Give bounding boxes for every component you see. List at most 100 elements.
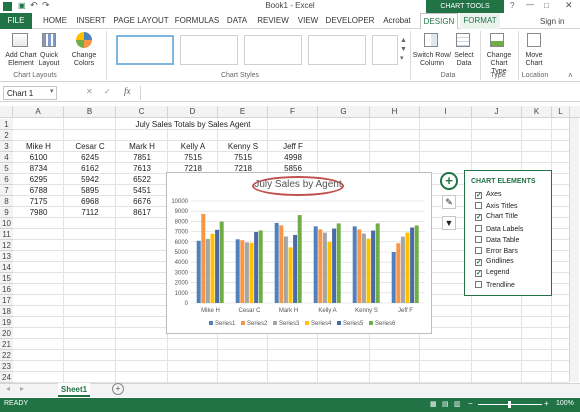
legend-entry[interactable]: Series1 bbox=[215, 321, 236, 327]
tab-format[interactable]: FORMAT bbox=[460, 13, 500, 29]
bar-series3-kelly-a[interactable] bbox=[322, 232, 327, 303]
row-header[interactable]: 15 bbox=[0, 273, 13, 284]
column-header[interactable]: L bbox=[552, 106, 570, 118]
chart-styles-brush-icon[interactable]: ✎ bbox=[442, 195, 456, 209]
data-cell[interactable]: 7980 bbox=[13, 207, 64, 218]
zoom-level[interactable]: 100% bbox=[556, 400, 574, 407]
chart-elements-button[interactable]: + bbox=[440, 172, 458, 190]
column-header[interactable]: E bbox=[218, 106, 268, 118]
collapse-ribbon-icon[interactable]: ˄ bbox=[568, 71, 573, 80]
data-cell[interactable]: 8617 bbox=[116, 207, 168, 218]
bar-series6-kelly-a[interactable] bbox=[336, 223, 341, 303]
chart-style-4[interactable] bbox=[308, 35, 366, 65]
chart-element-item[interactable]: Data Labels bbox=[475, 224, 523, 233]
bar-series4-kelly-a[interactable] bbox=[327, 241, 332, 303]
row-header[interactable]: 10 bbox=[0, 218, 13, 229]
checkbox[interactable] bbox=[475, 235, 482, 243]
bar-series5-mark-h[interactable] bbox=[293, 234, 298, 303]
chart-element-item[interactable]: Axis Titles bbox=[475, 202, 518, 210]
agent-header-cell[interactable]: Mark H bbox=[116, 141, 168, 152]
data-cell[interactable]: 6522 bbox=[116, 174, 168, 185]
row-header[interactable]: 5 bbox=[0, 163, 13, 174]
tab-page-layout[interactable]: PAGE LAYOUT bbox=[112, 13, 170, 29]
chart-style-2[interactable] bbox=[180, 35, 238, 65]
data-cell[interactable]: 7112 bbox=[64, 207, 116, 218]
agent-header-cell[interactable]: Cesar C bbox=[64, 141, 116, 152]
row-header[interactable]: 19 bbox=[0, 317, 13, 328]
data-cell[interactable]: 7515 bbox=[218, 152, 268, 163]
row-header[interactable]: 17 bbox=[0, 295, 13, 306]
tab-developer[interactable]: DEVELOPER bbox=[325, 13, 375, 29]
bar-series1-mike-h[interactable] bbox=[196, 240, 201, 303]
bar-series3-jeff-f[interactable] bbox=[400, 236, 405, 303]
add-sheet-icon[interactable]: + bbox=[112, 383, 124, 395]
row-header[interactable]: 2 bbox=[0, 130, 13, 141]
sheet-nav-right-icon[interactable]: ▸ bbox=[20, 384, 24, 393]
bar-series6-kenny-s[interactable] bbox=[375, 223, 380, 303]
tab-home[interactable]: HOME bbox=[38, 13, 72, 29]
bar-series5-kelly-a[interactable] bbox=[332, 228, 337, 303]
redo-icon[interactable]: ↷ bbox=[42, 0, 50, 11]
bar-series2-mike-h[interactable] bbox=[201, 213, 206, 303]
move-chart-button[interactable]: Move Chart bbox=[520, 52, 548, 68]
data-cell[interactable]: 6245 bbox=[64, 152, 116, 163]
select-all-corner[interactable] bbox=[0, 106, 13, 118]
row-header[interactable]: 24 bbox=[0, 372, 13, 383]
page-layout-view-icon[interactable]: ▤ bbox=[442, 400, 449, 408]
data-cell[interactable]: 6295 bbox=[13, 174, 64, 185]
column-header[interactable]: D bbox=[168, 106, 218, 118]
checkbox[interactable]: ✓ bbox=[475, 259, 482, 267]
checkbox[interactable] bbox=[475, 202, 482, 210]
data-cell[interactable]: 7851 bbox=[116, 152, 168, 163]
chart-element-item[interactable]: ✓ Axes bbox=[475, 191, 502, 199]
chart-filter-icon[interactable]: ▼ bbox=[442, 216, 456, 230]
chart-style-5[interactable] bbox=[372, 35, 398, 65]
change-colors-button[interactable]: Change Colors bbox=[66, 52, 102, 68]
data-cell[interactable]: 6968 bbox=[64, 196, 116, 207]
bar-series3-mike-h[interactable] bbox=[205, 238, 210, 303]
data-cell[interactable]: 7175 bbox=[13, 196, 64, 207]
data-cell[interactable]: 5895 bbox=[64, 185, 116, 196]
bar-series6-mark-h[interactable] bbox=[297, 215, 302, 303]
bar-series6-mike-h[interactable] bbox=[219, 221, 224, 303]
agent-header-cell[interactable]: Jeff F bbox=[268, 141, 318, 152]
bar-series2-kelly-a[interactable] bbox=[318, 229, 323, 303]
chart-element-item[interactable]: ✓ Gridlines bbox=[475, 258, 514, 267]
bar-series2-mark-h[interactable] bbox=[279, 225, 284, 303]
chart-element-item[interactable]: Trendline bbox=[475, 280, 515, 289]
bar-series6-cesar-c[interactable] bbox=[258, 230, 263, 303]
data-cell[interactable]: 8734 bbox=[13, 163, 64, 174]
help-icon[interactable]: ? bbox=[510, 1, 514, 10]
chart-element-item[interactable]: Error Bars bbox=[475, 247, 518, 255]
data-cell[interactable]: 5942 bbox=[64, 174, 116, 185]
row-header[interactable]: 4 bbox=[0, 152, 13, 163]
close-button[interactable]: ✕ bbox=[565, 0, 573, 11]
data-cell[interactable]: 6676 bbox=[116, 196, 168, 207]
tab-data[interactable]: DATA bbox=[223, 13, 251, 29]
legend-entry[interactable]: Series6 bbox=[375, 321, 396, 327]
chart-element-item[interactable]: ✓ Legend bbox=[475, 269, 509, 278]
restore-button[interactable]: □ bbox=[544, 1, 549, 10]
tab-formulas[interactable]: FORMULAS bbox=[174, 13, 220, 29]
checkbox[interactable]: ✓ bbox=[475, 214, 482, 222]
data-cell[interactable]: 6788 bbox=[13, 185, 64, 196]
quick-layout-button[interactable]: Quick Layout bbox=[34, 52, 64, 68]
sign-in-link[interactable]: Sign in bbox=[540, 17, 564, 26]
undo-icon[interactable]: ↶ bbox=[30, 0, 38, 11]
cancel-icon[interactable]: ✕ bbox=[86, 87, 93, 96]
row-header[interactable]: 20 bbox=[0, 328, 13, 339]
bar-series5-cesar-c[interactable] bbox=[254, 231, 259, 303]
column-header[interactable]: C bbox=[116, 106, 168, 118]
chart-object[interactable]: 0 1000 2000 3000 4000 5000 6000 7000 8000 9000 100… bbox=[166, 172, 432, 334]
tab-review[interactable]: REVIEW bbox=[255, 13, 291, 29]
enter-icon[interactable]: ✓ bbox=[104, 87, 111, 96]
bar-series1-cesar-c[interactable] bbox=[235, 239, 240, 303]
zoom-out-button[interactable]: − bbox=[468, 399, 473, 408]
sheet-tab-sheet1[interactable]: Sheet1 bbox=[58, 383, 90, 397]
legend-entry[interactable]: Series3 bbox=[279, 321, 300, 327]
row-header[interactable]: 22 bbox=[0, 350, 13, 361]
chart-style-3[interactable] bbox=[244, 35, 302, 65]
column-header[interactable]: J bbox=[472, 106, 522, 118]
vertical-scrollbar[interactable] bbox=[569, 118, 579, 382]
checkbox[interactable] bbox=[475, 280, 482, 288]
